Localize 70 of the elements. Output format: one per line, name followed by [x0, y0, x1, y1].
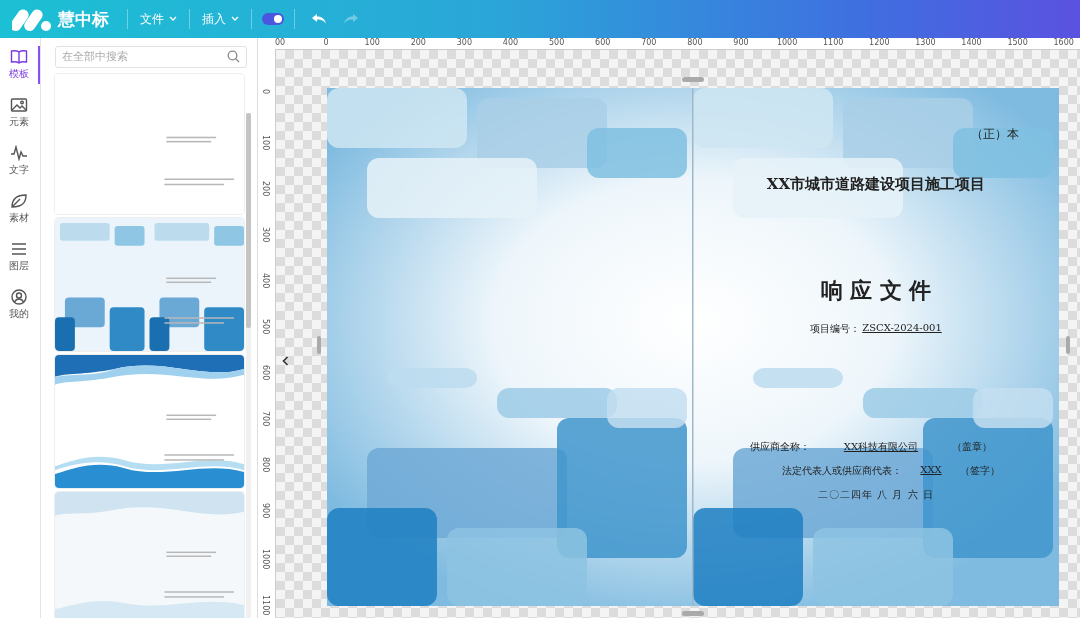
- pulse-icon: [10, 145, 28, 161]
- ruler-label: 300: [456, 38, 473, 48]
- template-thumbnail[interactable]: [55, 355, 244, 488]
- template-thumbnail[interactable]: [55, 74, 244, 214]
- ruler-label: 200: [261, 181, 270, 197]
- caret-icon: [231, 16, 239, 22]
- leaf-icon: [10, 193, 28, 209]
- ruler-label: 600: [261, 365, 270, 381]
- template-thumbnail[interactable]: [55, 218, 244, 351]
- ruler-label: 400: [502, 38, 519, 48]
- ruler-label: 600: [595, 38, 611, 48]
- ruler-label: 1600: [1053, 38, 1074, 48]
- image-icon: [10, 97, 28, 113]
- field-note: （盖章）: [952, 440, 993, 454]
- toggle-switch[interactable]: [262, 13, 284, 25]
- ruler-label: 1500: [1007, 38, 1028, 48]
- ruler-label: 700: [641, 38, 657, 48]
- list-icon: [10, 241, 28, 257]
- document-heading: 响 应 文 件: [820, 276, 932, 305]
- resize-handle[interactable]: [682, 611, 704, 616]
- collapse-icon[interactable]: [282, 356, 289, 366]
- undo-icon[interactable]: [311, 13, 327, 25]
- ruler-label: 700: [261, 411, 270, 427]
- search-icon: [227, 50, 240, 63]
- field-value: XX科技有限公司: [843, 440, 919, 454]
- field-value: XXX: [920, 464, 942, 477]
- sidebar-tab[interactable]: 图层: [0, 238, 40, 276]
- search-field[interactable]: 在全部中搜索: [55, 45, 247, 68]
- project-title: XX市城市道路建设项目施工项目: [766, 175, 986, 194]
- ruler-label: 100: [364, 38, 380, 48]
- ruler-label: 0: [261, 89, 270, 95]
- field-note: （签字）: [959, 464, 1000, 478]
- brand-name: 慧中标: [58, 7, 109, 31]
- caret-icon: [169, 16, 177, 22]
- ruler-label: 0: [323, 38, 329, 48]
- book-icon: [10, 49, 28, 65]
- resize-handle[interactable]: [1066, 336, 1070, 354]
- copy-mark: （正）本: [971, 126, 1019, 143]
- ruler-label: 800: [687, 38, 703, 48]
- logo-icon: [12, 6, 52, 32]
- ruler-label: 100: [261, 135, 270, 151]
- ruler-label: 00: [274, 38, 286, 48]
- ruler-label: 900: [733, 38, 749, 48]
- sidebar-tab[interactable]: 元素: [0, 94, 40, 132]
- field-value: ZSCX-2024-001: [862, 322, 942, 335]
- user-icon: [10, 289, 28, 305]
- ruler-label: 1100: [823, 38, 844, 48]
- ruler-label: 1100: [261, 595, 270, 616]
- ruler-label: 300: [261, 227, 270, 243]
- ruler-label: 1300: [915, 38, 936, 48]
- sidebar-tab[interactable]: 文字: [0, 142, 40, 180]
- ruler-label: 1000: [261, 549, 270, 570]
- ruler-label: 1000: [776, 38, 798, 48]
- ruler-label: 900: [261, 503, 270, 519]
- ruler-label: 400: [261, 273, 270, 289]
- ruler-label: 1200: [869, 38, 890, 48]
- resize-handle[interactable]: [682, 77, 704, 82]
- ruler-label: 200: [410, 38, 426, 48]
- resize-handle[interactable]: [317, 336, 321, 354]
- sidebar-tab[interactable]: 素材: [0, 190, 40, 228]
- template-thumbnail[interactable]: [55, 492, 244, 618]
- ruler-label: 800: [261, 457, 270, 473]
- field-label: 供应商全称：: [749, 440, 810, 454]
- field-label: 法定代表人或供应商代表：: [782, 464, 903, 478]
- document-date: 二〇二四年 八 月 六 日: [818, 488, 934, 502]
- field-label: 项目编号：: [810, 322, 861, 336]
- ruler-label: 500: [261, 319, 270, 335]
- ruler-label: 1400: [961, 38, 982, 48]
- ruler-label: 500: [548, 38, 565, 48]
- sidebar-tab[interactable]: 我的: [0, 286, 40, 324]
